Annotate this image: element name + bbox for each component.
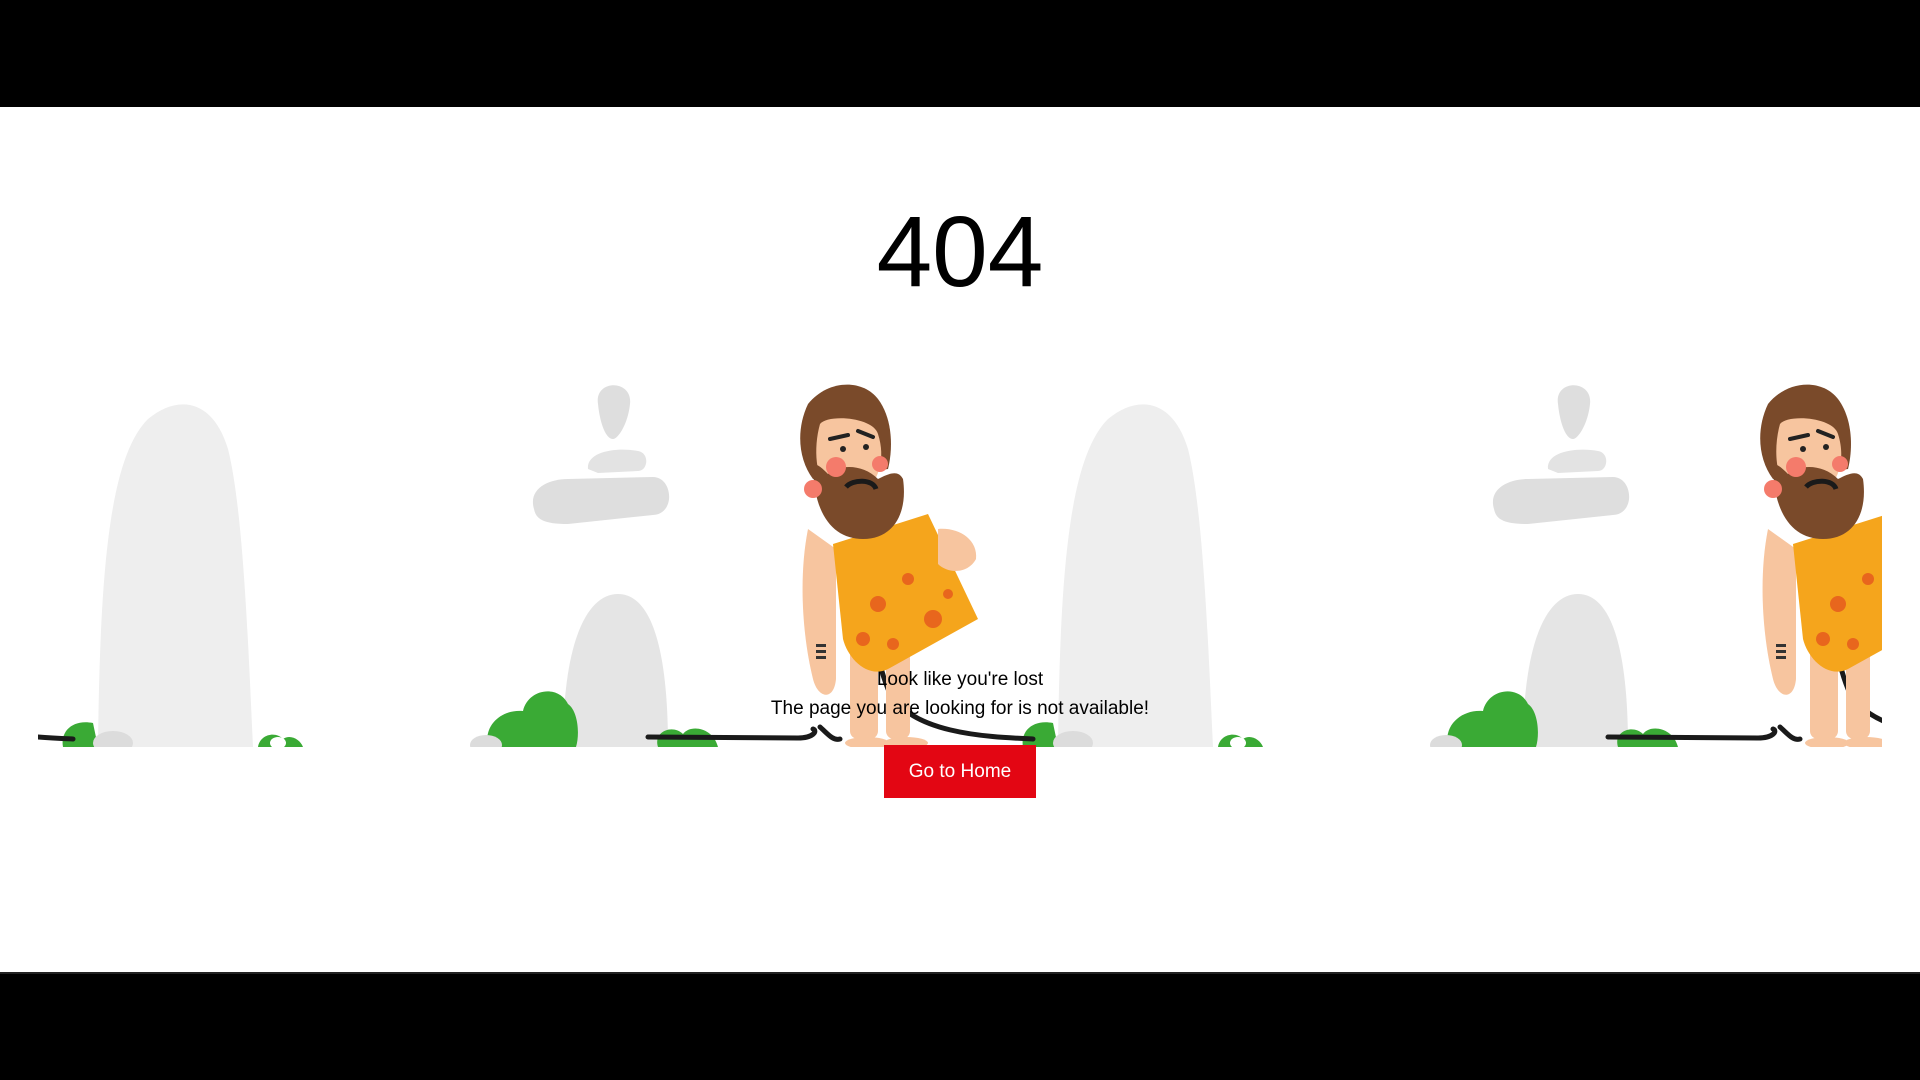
not-available-message: The page you are looking for is not avai… [770,698,1150,719]
top-letterbox [0,0,1920,107]
error-code: 404 [876,196,1044,308]
lost-heading: Look like you're lost [876,669,1044,690]
error-page: 404 Look like you're lost The page you a… [0,107,1920,972]
bottom-letterbox [0,972,1920,1080]
go-to-home-button[interactable]: Go to Home [884,745,1036,798]
